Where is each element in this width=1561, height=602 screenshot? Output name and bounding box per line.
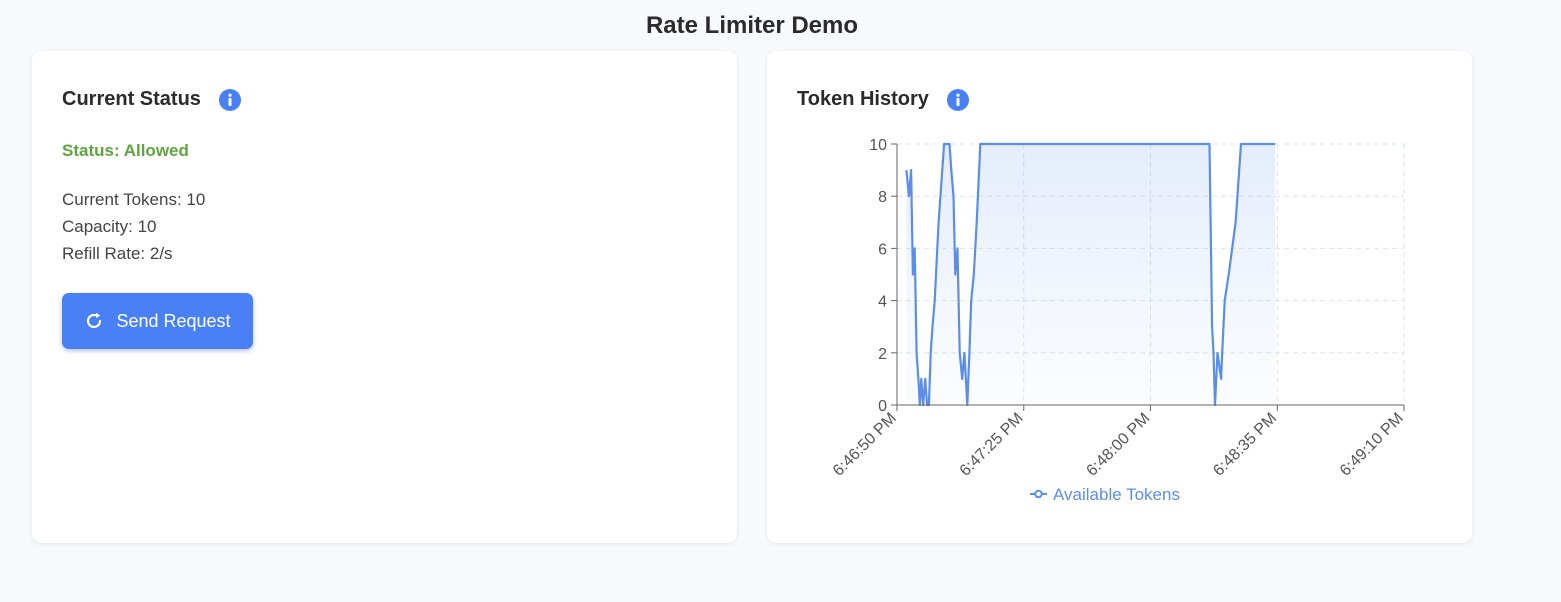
y-tick-label: 10 [869,137,887,154]
status-text: Status: Allowed [62,141,189,160]
current-status-header: Current Status [62,88,241,111]
current-tokens: Current Tokens: 10 [62,190,206,209]
x-tick-label: 6:47:25 PM [957,410,1027,480]
token-history-card: Token History 0 2 4 6 8 10 6:46:50 PM 6:47:25 P… [767,51,1472,543]
capacity: Capacity: 10 [62,217,157,236]
y-tick-label: 4 [878,294,887,311]
x-tick-label: 6:48:35 PM [1210,410,1280,480]
y-tick-label: 8 [878,189,887,206]
token-stats: Current Tokens: 10 Capacity: 10 Refill R… [62,186,205,267]
info-icon[interactable] [218,88,241,111]
x-tick-label: 6:48:00 PM [1083,410,1153,480]
refill-rate: Refill Rate: 2/s [62,244,173,263]
legend-label: Available Tokens [1053,485,1180,504]
refresh-icon [87,312,102,329]
send-request-button[interactable]: Send Request [62,293,253,349]
y-tick-label: 6 [878,241,887,258]
legend-marker-icon [1034,489,1043,499]
current-status-card: Current Status Status: Allowed Current T… [32,51,737,543]
current-status-title: Current Status [62,88,201,110]
y-tick-label: 2 [878,346,887,363]
chart-legend[interactable]: Available Tokens [1030,485,1180,504]
x-tick-label: 6:49:10 PM [1337,410,1407,480]
send-request-label: Send Request [116,310,231,331]
page-title: Rate Limiter Demo [645,12,859,39]
x-tick-label: 6:46:50 PM [830,410,900,480]
token-history-chart: 02468106:46:50 PM 6:47:25 PM 6:48:00 PM 6:4… [830,137,1407,504]
